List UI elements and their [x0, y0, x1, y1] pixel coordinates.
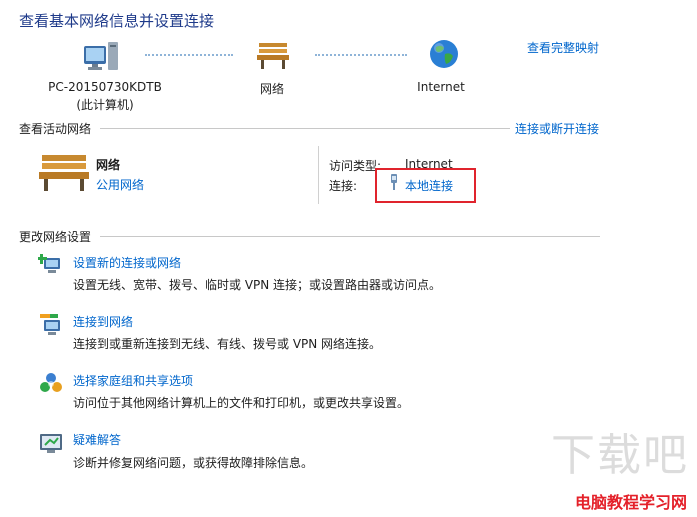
connect-network-icon [38, 312, 64, 336]
computer-icon [82, 38, 122, 72]
connection-label: 连接: [329, 179, 358, 193]
access-type-label: 访问类型: [329, 159, 382, 173]
network-type-link[interactable]: 公用网络 [96, 176, 144, 193]
divider [100, 236, 600, 237]
network-label: 网络 [259, 82, 284, 96]
bench-icon [256, 40, 290, 70]
local-connection-link[interactable]: 本地连接 [405, 177, 453, 194]
divider [100, 128, 510, 129]
new-connection-link[interactable]: 设置新的连接或网络 [73, 254, 181, 271]
homegroup-link[interactable]: 选择家庭组和共享选项 [73, 372, 193, 389]
homegroup-desc: 访问位于其他网络计算机上的文件和打印机，或更改共享设置。 [73, 396, 410, 410]
watermark-site: 电脑教程学习网 [572, 489, 689, 513]
globe-icon [428, 38, 460, 70]
connect-disconnect-link[interactable]: 连接或断开连接 [515, 120, 599, 137]
new-connection-icon [36, 252, 64, 276]
connector-line [315, 54, 407, 56]
internet-label: Internet [417, 80, 465, 94]
computer-sub: (此计算机) [76, 98, 134, 112]
full-map-link[interactable]: 查看完整映射 [527, 39, 599, 56]
ethernet-plug-icon [389, 174, 399, 190]
change-settings-heading: 更改网络设置 [19, 230, 92, 244]
troubleshoot-link[interactable]: 疑难解答 [73, 431, 121, 448]
vertical-divider [318, 146, 319, 204]
connect-network-link[interactable]: 连接到网络 [73, 313, 133, 330]
watermark-brand: 下载吧 [551, 431, 689, 480]
page-title: 查看基本网络信息并设置连接 [19, 12, 215, 30]
troubleshoot-desc: 诊断并修复网络问题，或获得故障排除信息。 [73, 456, 314, 470]
homegroup-icon [38, 371, 64, 395]
new-connection-desc: 设置无线、宽带、拨号、临时或 VPN 连接；或设置路由器或访问点。 [73, 278, 442, 292]
connect-network-desc: 连接到或重新连接到无线、有线、拨号或 VPN 网络连接。 [73, 337, 382, 351]
troubleshoot-icon [38, 431, 64, 455]
bench-icon [38, 152, 90, 192]
connector-line [145, 54, 233, 56]
active-network-name: 网络 [96, 158, 121, 172]
active-networks-heading: 查看活动网络 [19, 122, 92, 136]
computer-name: PC-20150730KDTB [48, 80, 162, 94]
